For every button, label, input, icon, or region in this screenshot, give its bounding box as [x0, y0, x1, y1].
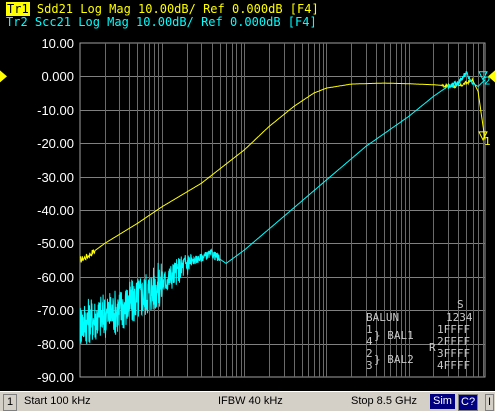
topology-row-4: 4FFFF — [437, 359, 471, 372]
topology-header: S — [457, 298, 464, 311]
bal2-label: } BAL2 — [374, 353, 414, 366]
plot-area[interactable]: 12 — [0, 0, 495, 391]
calibration-indicator[interactable]: C? — [458, 394, 479, 411]
trace1-tag[interactable]: Tr1 — [6, 2, 30, 16]
y-tick-label: -20.00 — [37, 135, 74, 151]
y-tick-label: -60.00 — [37, 269, 74, 285]
topology-r-label: R — [429, 341, 436, 354]
y-tick-label: -80.00 — [37, 336, 74, 352]
stop-frequency[interactable]: Stop 8.5 GHz — [351, 394, 417, 409]
y-tick-label: -30.00 — [37, 169, 74, 185]
trace2-settings: Scc21 Log Mag 10.00dB/ Ref 0.000dB [F4] — [27, 15, 317, 29]
y-tick-label: -10.00 — [37, 102, 74, 118]
y-tick-label: -90.00 — [37, 369, 74, 385]
ifbw-setting[interactable]: IFBW 40 kHz — [218, 394, 283, 409]
y-tick-label: -50.00 — [37, 235, 74, 251]
y-tick-label: -70.00 — [37, 302, 74, 318]
status-bar: 1 Start 100 kHz IFBW 40 kHz Stop 8.5 GHz… — [0, 391, 495, 411]
analyzer-screen: 12 Tr1 Sdd21 Log Mag 10.00dB/ Ref 0.000d… — [0, 0, 495, 411]
trace-scc21 — [79, 70, 486, 345]
trace1-settings: Sdd21 Log Mag 10.00dB/ Ref 0.000dB [F4] — [29, 2, 319, 16]
y-tick-label: 0.000 — [41, 68, 74, 84]
trace2-tag[interactable]: Tr2 — [6, 15, 28, 29]
channel-indicator[interactable]: 1 — [3, 394, 17, 411]
marker-2-label: 2 — [484, 75, 491, 88]
marker-1-label: 1 — [484, 135, 491, 148]
bal2-port-b: 3 — [366, 359, 373, 372]
y-tick-label: -40.00 — [37, 202, 74, 218]
bal1-label: } BAL1 — [374, 329, 414, 342]
trace-sdd21 — [79, 77, 486, 263]
extra-indicator[interactable]: I — [485, 394, 494, 411]
start-frequency[interactable]: Start 100 kHz — [24, 394, 91, 409]
y-tick-label: 10.00 — [41, 35, 74, 51]
trace2-header[interactable]: Tr2 Scc21 Log Mag 10.00dB/ Ref 0.000dB [… — [6, 16, 317, 29]
sim-indicator[interactable]: Sim — [430, 394, 455, 409]
